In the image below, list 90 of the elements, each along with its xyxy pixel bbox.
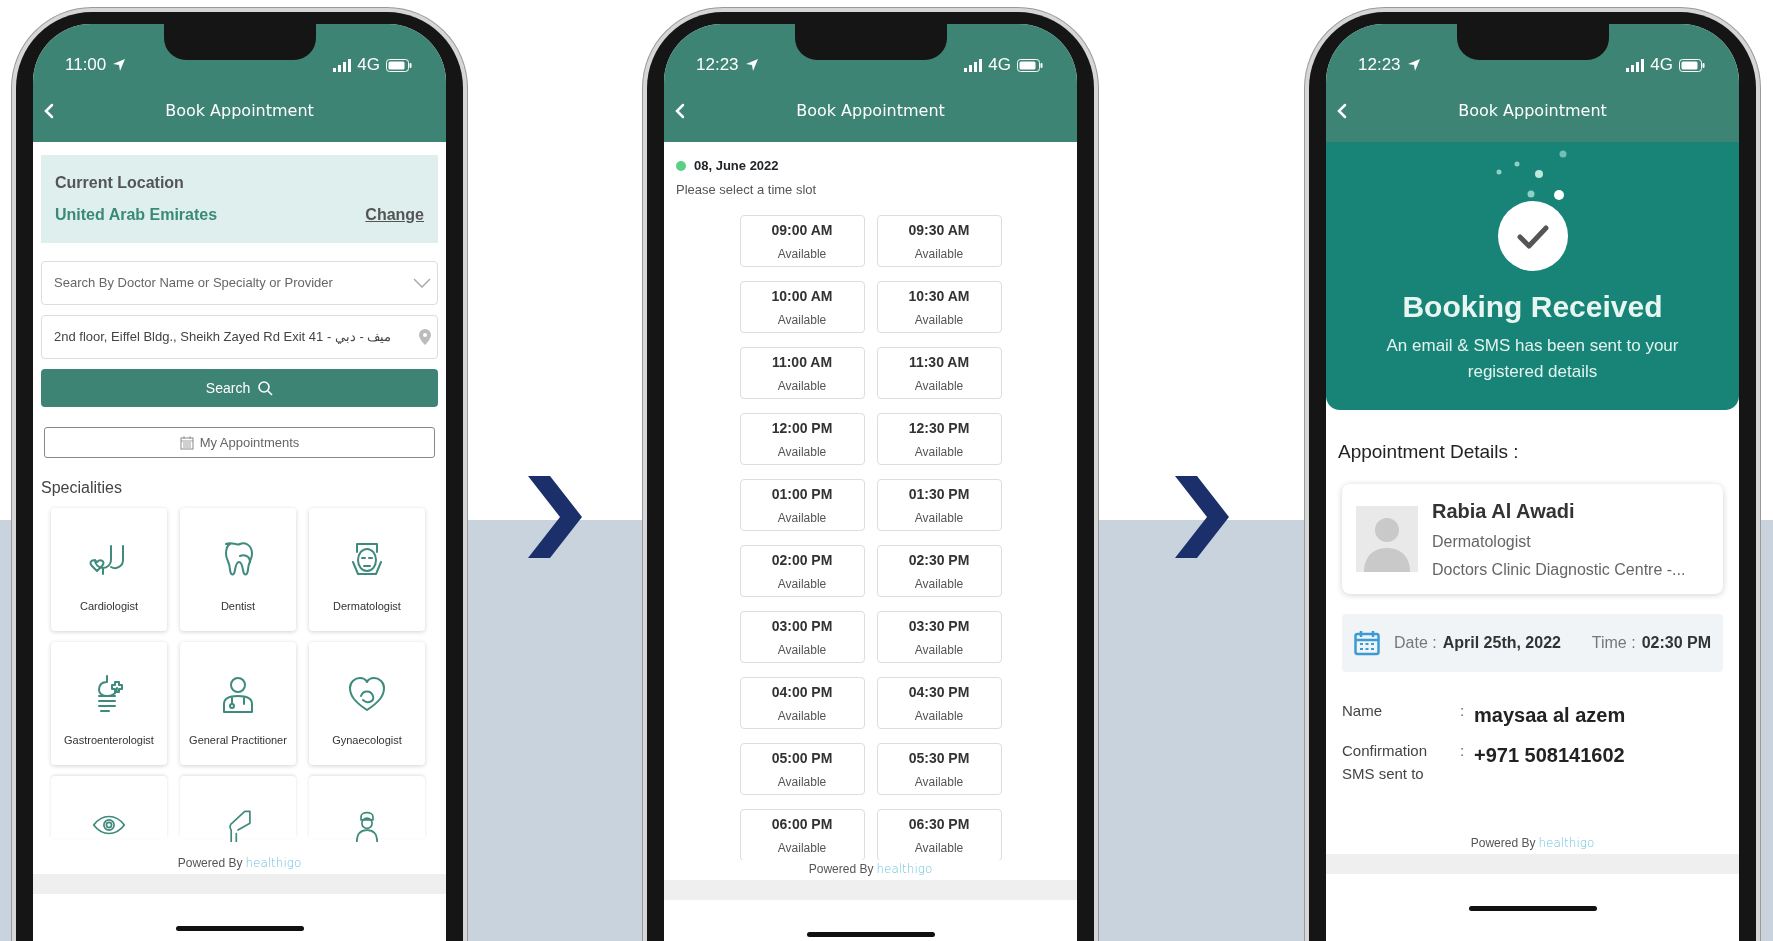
time-slot[interactable]: 10:30 AM Available bbox=[876, 281, 1002, 333]
address-field[interactable]: 2nd floor, Eiffel Bldg., Sheikh Zayed Rd Exit 41 - ميف - دبي bbox=[41, 315, 438, 359]
status-time: 12:23 bbox=[1358, 54, 1401, 77]
location-arrow-icon bbox=[1406, 58, 1421, 72]
time-slot[interactable]: 09:00 AM Available bbox=[739, 215, 865, 267]
back-icon[interactable] bbox=[43, 103, 55, 119]
specialty-card[interactable]: Gynaecologist bbox=[309, 642, 425, 765]
detail-value: maysaa al azem bbox=[1474, 703, 1627, 729]
section-title: Specialities bbox=[41, 478, 123, 498]
avatar-placeholder bbox=[1356, 506, 1418, 573]
search-icon bbox=[258, 380, 274, 396]
time-slot[interactable]: 03:00 PM Available bbox=[739, 611, 865, 663]
location-label: Current Location bbox=[55, 173, 185, 193]
date-label: Date : bbox=[1394, 633, 1437, 654]
location-arrow-icon bbox=[112, 58, 127, 72]
detail-label: Confirmation SMS sent to bbox=[1342, 741, 1429, 784]
specialty-card[interactable]: Dentist bbox=[180, 508, 296, 631]
time-slot[interactable]: 06:30 PM Available bbox=[876, 809, 1002, 860]
date-value: April 25th, 2022 bbox=[1442, 633, 1561, 654]
location-arrow-icon bbox=[744, 58, 759, 72]
banner-title: Booking Received bbox=[1402, 289, 1663, 325]
country-name: United Arab Emirates bbox=[55, 205, 218, 225]
time-slot[interactable]: 12:00 PM Available bbox=[739, 413, 865, 465]
brand-logo-text: healthigo bbox=[245, 855, 302, 872]
network-label: 4G bbox=[988, 54, 1011, 77]
specialty-card[interactable]: Dermatologist bbox=[309, 508, 425, 631]
doctor-search-dropdown[interactable]: Search By Doctor Name or Specialty or Provider bbox=[41, 261, 438, 305]
heart-icon bbox=[347, 674, 387, 714]
screen-title: Book Appointment bbox=[795, 100, 946, 122]
time-slot[interactable]: 11:30 AM Available bbox=[876, 347, 1002, 399]
brand-logo-text: healthigo bbox=[1538, 834, 1595, 852]
change-link[interactable]: Change bbox=[365, 203, 424, 227]
banner-message: An email & SMS has been sent to your registered details bbox=[1385, 335, 1680, 384]
specialty-card[interactable]: General Practitioner bbox=[180, 642, 296, 765]
detail-label: Name bbox=[1342, 701, 1383, 722]
time-slot[interactable]: 09:30 AM Available bbox=[876, 215, 1002, 267]
signal-icon bbox=[333, 58, 352, 72]
next-arrow-icon bbox=[528, 476, 582, 558]
section-title: Appointment Details : bbox=[1338, 439, 1520, 464]
time-slot[interactable]: 02:00 PM Available bbox=[739, 545, 865, 597]
my-appointments-button[interactable]: My Appointments bbox=[44, 427, 435, 458]
detail-value: +971 508141602 bbox=[1474, 743, 1626, 769]
time-slot[interactable]: 11:00 AM Available bbox=[739, 347, 865, 399]
time-slot[interactable]: 01:00 PM Available bbox=[739, 479, 865, 531]
time-slot[interactable]: 10:00 AM Available bbox=[739, 281, 865, 333]
calendar-icon bbox=[1354, 630, 1380, 657]
map-pin-icon bbox=[419, 329, 431, 345]
network-label: 4G bbox=[357, 54, 380, 77]
instruction-text: Please select a time slot bbox=[676, 180, 818, 199]
detail-separator: : bbox=[1460, 701, 1466, 722]
time-slot[interactable]: 02:30 PM Available bbox=[876, 545, 1002, 597]
specialty-card[interactable]: Cardiologist bbox=[51, 508, 167, 631]
screen-title: Book Appointment bbox=[164, 100, 315, 122]
brand-logo-text: healthigo bbox=[876, 861, 933, 878]
clinic-name: Doctors Clinic Diagnostic Centre -... bbox=[1432, 560, 1686, 581]
signal-icon bbox=[1626, 58, 1645, 72]
chevron-down-icon bbox=[413, 278, 431, 288]
calendar-icon bbox=[179, 435, 194, 450]
powered-by-text: Powered By bbox=[1470, 834, 1536, 852]
signal-icon bbox=[964, 58, 983, 72]
specialty-card[interactable]: Gastroenterologist bbox=[51, 642, 167, 765]
time-slot[interactable]: 04:00 PM Available bbox=[739, 677, 865, 729]
doctor-name: Rabia Al Awadi bbox=[1432, 499, 1576, 525]
specialty-card[interactable] bbox=[51, 776, 167, 838]
date-heading: 08, June 2022 bbox=[694, 157, 779, 175]
time-slot[interactable]: 05:30 PM Available bbox=[876, 743, 1002, 795]
status-time: 11:00 bbox=[65, 54, 107, 77]
powered-by-text: Powered By bbox=[808, 861, 874, 878]
back-icon[interactable] bbox=[1336, 103, 1348, 119]
back-icon[interactable] bbox=[674, 103, 686, 119]
time-label: Time : bbox=[1591, 633, 1636, 654]
time-slot[interactable]: 05:00 PM Available bbox=[739, 743, 865, 795]
status-time: 12:23 bbox=[696, 54, 739, 77]
time-slot[interactable]: 06:00 PM Available bbox=[739, 809, 865, 860]
time-slot[interactable]: 01:30 PM Available bbox=[876, 479, 1002, 531]
next-arrow-icon bbox=[1174, 476, 1229, 558]
detail-separator: : bbox=[1460, 741, 1466, 762]
battery-icon bbox=[1017, 58, 1043, 72]
powered-by-text: Powered By bbox=[177, 855, 243, 872]
time-value: 02:30 PM bbox=[1641, 633, 1711, 654]
time-slot[interactable]: 04:30 PM Available bbox=[876, 677, 1002, 729]
battery-icon bbox=[1679, 58, 1705, 72]
screen-title: Book Appointment bbox=[1457, 100, 1608, 122]
search-button[interactable]: Search bbox=[41, 369, 438, 407]
time-slot[interactable]: 12:30 PM Available bbox=[876, 413, 1002, 465]
doctor-specialty: Dermatologist bbox=[1432, 532, 1532, 553]
network-label: 4G bbox=[1650, 54, 1673, 77]
battery-icon bbox=[386, 58, 412, 72]
time-slot[interactable]: 03:30 PM Available bbox=[876, 611, 1002, 663]
check-icon bbox=[1496, 200, 1569, 272]
